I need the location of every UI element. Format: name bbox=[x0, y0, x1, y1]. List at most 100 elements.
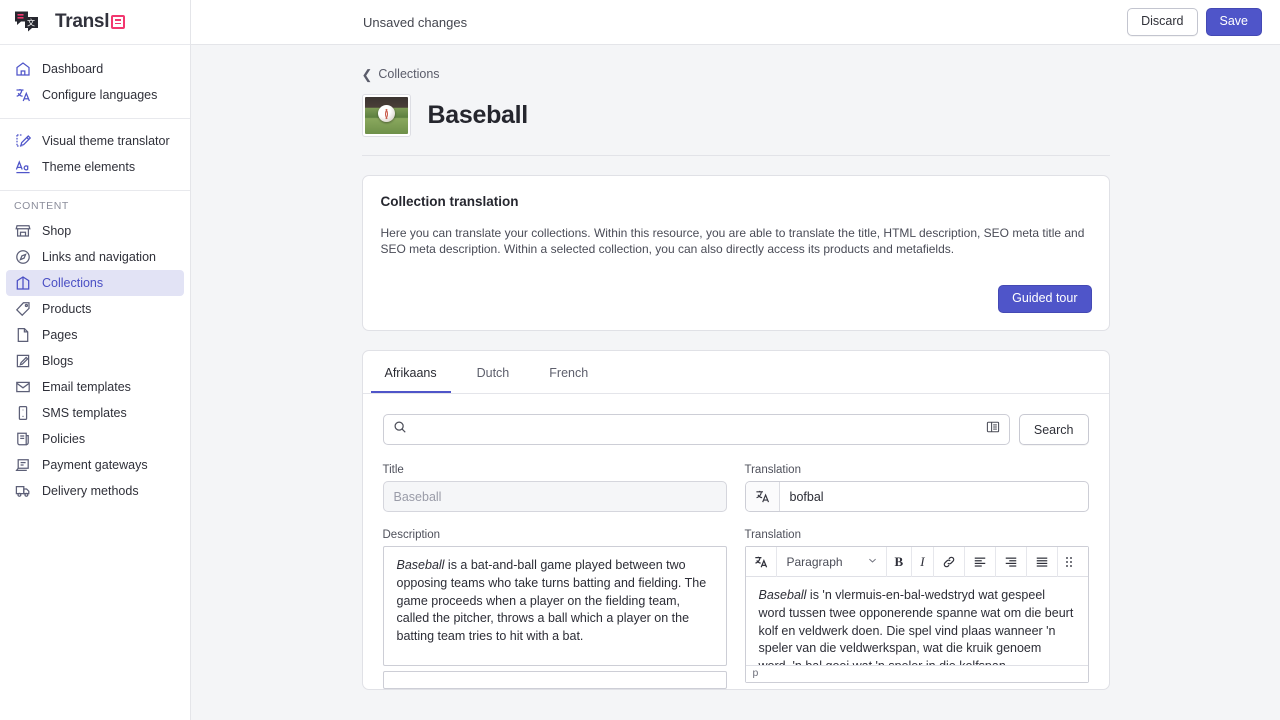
sidebar-item-configure-languages[interactable]: Configure languages bbox=[6, 82, 184, 108]
brand-badge-icon bbox=[111, 15, 126, 29]
sidebar-item-email-templates[interactable]: Email templates bbox=[6, 374, 184, 400]
sidebar-item-policies[interactable]: Policies bbox=[6, 426, 184, 452]
title-translation-input-wrap[interactable]: bofbal bbox=[744, 481, 1089, 513]
breadcrumb[interactable]: ❮ Collections bbox=[362, 67, 1110, 81]
brand-name: Transl bbox=[55, 11, 126, 33]
sidebar-nav: Dashboard Configure languages Visual the… bbox=[0, 45, 190, 504]
tag-icon bbox=[14, 301, 31, 318]
sidebar-item-links-and-navigation[interactable]: Links and navigation bbox=[6, 244, 184, 270]
breadcrumb-label: Collections bbox=[378, 67, 440, 81]
sidebar-item-dashboard[interactable]: Dashboard bbox=[6, 56, 184, 82]
block-format-select[interactable]: Paragraph bbox=[777, 546, 887, 577]
nav-group-top: Dashboard Configure languages bbox=[0, 56, 190, 108]
sidebar-item-label: Payment gateways bbox=[42, 458, 148, 472]
sidebar-item-payment-gateways[interactable]: Payment gateways bbox=[6, 452, 184, 478]
app-logo-icon: 文 bbox=[14, 10, 46, 35]
topbar: Unsaved changes Discard Save bbox=[191, 0, 1280, 45]
phone-icon bbox=[14, 405, 31, 422]
title-field-grid: Title Baseball Translation bofbal bbox=[382, 464, 1089, 513]
list-view-icon[interactable] bbox=[986, 420, 1000, 439]
sidebar-item-label: Blogs bbox=[42, 354, 74, 368]
save-button[interactable]: Save bbox=[1205, 8, 1262, 36]
sidebar-item-products[interactable]: Products bbox=[6, 296, 184, 322]
font-aa-icon bbox=[14, 159, 31, 176]
sidebar-item-label: Policies bbox=[42, 432, 86, 446]
bold-button[interactable]: B bbox=[887, 546, 913, 577]
block-format-value: Paragraph bbox=[786, 554, 843, 569]
description-translation-group: Translation Paragraph B I Baseball is 'n… bbox=[744, 529, 1089, 689]
chevron-left-icon: ❮ bbox=[361, 66, 373, 82]
sidebar-item-collections[interactable]: Collections bbox=[6, 270, 184, 296]
description-group: Description Baseball is a bat-and-ball g… bbox=[382, 529, 727, 690]
sidebar-item-pages[interactable]: Pages bbox=[6, 322, 184, 348]
sidebar-item-label: Delivery methods bbox=[42, 484, 139, 498]
sidebar-item-theme-elements[interactable]: Theme elements bbox=[6, 154, 184, 180]
sidebar-item-shop[interactable]: Shop bbox=[6, 218, 184, 244]
title-field-group: Title Baseball bbox=[382, 464, 727, 513]
sidebar-item-label: Collections bbox=[42, 276, 104, 290]
sidebar-item-sms-templates[interactable]: SMS templates bbox=[6, 400, 184, 426]
unsaved-changes-status: Unsaved changes bbox=[363, 14, 468, 30]
search-button[interactable]: Search bbox=[1018, 414, 1089, 446]
sidebar-item-label: Products bbox=[42, 302, 92, 316]
search-box[interactable] bbox=[382, 414, 1010, 446]
sidebar-item-delivery-methods[interactable]: Delivery methods bbox=[6, 478, 184, 504]
translate-icon[interactable] bbox=[746, 546, 777, 577]
page-header: Baseball bbox=[361, 94, 1110, 156]
content-scroll[interactable]: ❮ Collections Baseball Collection transl… bbox=[191, 45, 1280, 720]
blog-edit-icon bbox=[14, 353, 31, 370]
baseball-thumbnail-image bbox=[364, 97, 408, 134]
translate-icon[interactable] bbox=[745, 482, 780, 512]
search-icon bbox=[393, 420, 407, 439]
guided-tour-button[interactable]: Guided tour bbox=[998, 285, 1092, 314]
sidebar: 文 Transl Dashboard Configure languages V… bbox=[0, 0, 191, 720]
collection-icon bbox=[14, 275, 31, 292]
translation-editor-card: Afrikaans Dutch French Search Title Base… bbox=[361, 350, 1110, 691]
description-secondary-input[interactable] bbox=[382, 671, 727, 690]
main-area: Unsaved changes Discard Save ❮ Collectio… bbox=[191, 0, 1280, 720]
page-icon bbox=[14, 327, 31, 344]
discard-button[interactable]: Discard bbox=[1127, 8, 1198, 36]
title-input: Baseball bbox=[382, 481, 727, 513]
title-translation-label: Translation bbox=[744, 464, 801, 477]
align-left-icon[interactable] bbox=[965, 546, 996, 577]
drag-grip-icon[interactable] bbox=[1058, 547, 1080, 577]
description-textarea: Baseball is a bat-and-ball game played b… bbox=[382, 546, 727, 667]
sidebar-item-label: Links and navigation bbox=[42, 250, 156, 264]
collection-translation-card: Collection translation Here you can tran… bbox=[361, 175, 1110, 332]
align-justify-icon[interactable] bbox=[1027, 546, 1058, 577]
page-content: ❮ Collections Baseball Collection transl… bbox=[361, 45, 1110, 691]
title-label: Title bbox=[382, 464, 404, 477]
envelope-icon bbox=[14, 379, 31, 396]
store-icon bbox=[14, 223, 31, 240]
sidebar-item-label: Email templates bbox=[42, 380, 131, 394]
rich-text-editor: Paragraph B I Baseball is 'n vlermuis-en… bbox=[744, 546, 1089, 684]
brand[interactable]: 文 Transl bbox=[0, 0, 190, 45]
link-icon[interactable] bbox=[934, 546, 965, 577]
app-root: 文 Transl Dashboard Configure languages V… bbox=[0, 0, 1280, 720]
italic-button[interactable]: I bbox=[912, 546, 934, 577]
translation-editor-body[interactable]: Baseball is 'n vlermuis-en-bal-wedstryd … bbox=[746, 577, 1088, 665]
card-body: Here you can translate your collections.… bbox=[363, 209, 1109, 275]
brand-name-text: Transl bbox=[55, 11, 110, 32]
search-input[interactable] bbox=[414, 422, 978, 437]
policy-scroll-icon bbox=[14, 431, 31, 448]
sidebar-divider-2 bbox=[0, 190, 190, 191]
card-description: Here you can translate your collections.… bbox=[380, 226, 1085, 257]
translation-panel: Search Title Baseball Translation bofbal… bbox=[363, 394, 1109, 690]
tab-afrikaans[interactable]: Afrikaans bbox=[370, 351, 451, 394]
tab-dutch[interactable]: Dutch bbox=[463, 351, 524, 393]
search-row: Search bbox=[382, 414, 1089, 446]
editor-toolbar: Paragraph B I bbox=[745, 546, 1088, 578]
sidebar-item-visual-theme-translator[interactable]: Visual theme translator bbox=[6, 128, 184, 154]
theme-edit-icon bbox=[14, 133, 31, 150]
description-label: Description bbox=[382, 529, 441, 542]
title-translation-input[interactable]: bofbal bbox=[780, 482, 1088, 511]
sidebar-section-content: CONTENT bbox=[14, 200, 69, 212]
language-tabs: Afrikaans Dutch French bbox=[362, 351, 1109, 395]
align-right-icon[interactable] bbox=[996, 546, 1027, 577]
sidebar-item-label: Shop bbox=[42, 224, 72, 238]
sidebar-item-blogs[interactable]: Blogs bbox=[6, 348, 184, 374]
translate-icon bbox=[14, 87, 31, 104]
tab-french[interactable]: French bbox=[535, 351, 602, 393]
